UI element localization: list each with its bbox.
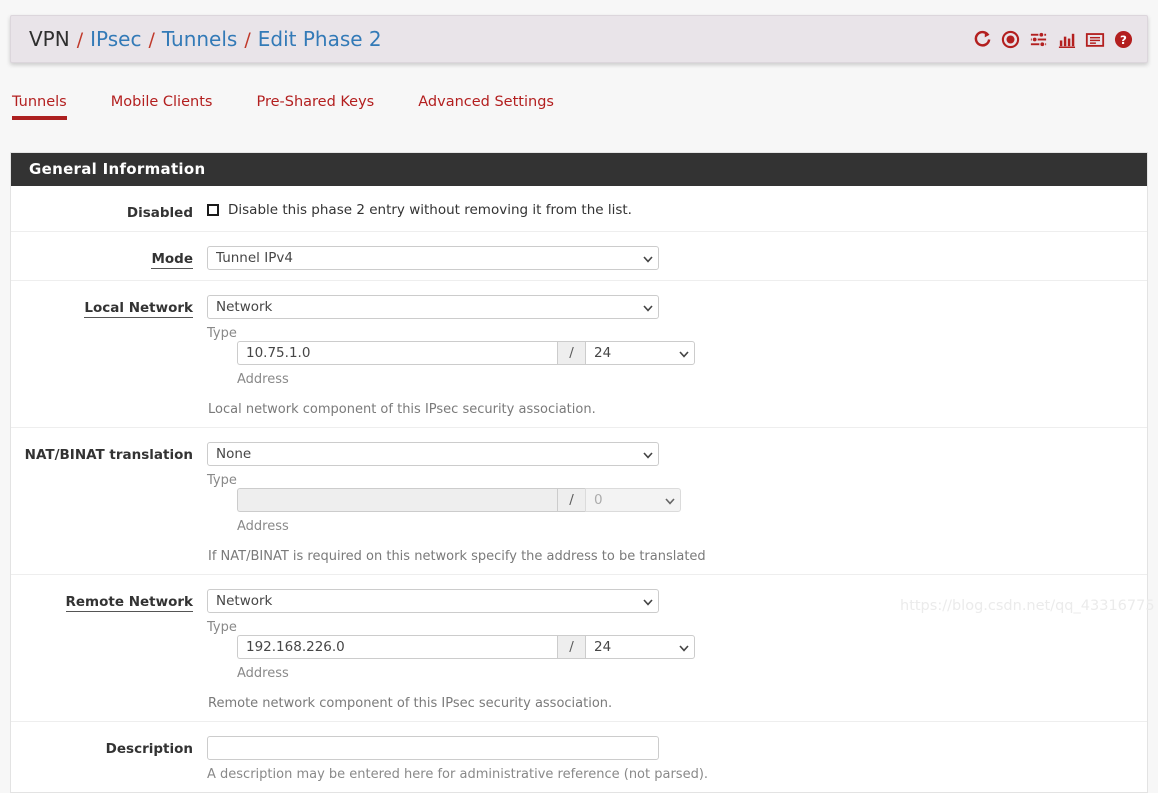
nat-binat-type-block: None Type: [207, 442, 659, 488]
breadcrumb-item-edit-phase-2[interactable]: Edit Phase 2: [258, 27, 382, 51]
label-description: Description: [105, 741, 193, 757]
local-network-mask-select[interactable]: 24: [585, 341, 695, 365]
breadcrumb-root: VPN: [29, 27, 70, 51]
nat-binat-address-block: / 0 Address: [237, 488, 681, 534]
tab-mobile-clients[interactable]: Mobile Clients: [111, 88, 213, 120]
svg-text:?: ?: [1120, 32, 1127, 46]
remote-network-address-help: Address: [237, 666, 289, 681]
local-network-note: Local network component of this IPsec se…: [208, 402, 596, 417]
description-block: A description may be entered here for ad…: [207, 736, 708, 782]
tab-pre-shared-keys[interactable]: Pre-Shared Keys: [256, 88, 374, 120]
nat-binat-note: If NAT/BINAT is required on this network…: [208, 549, 706, 564]
remote-network-note: Remote network component of this IPsec s…: [208, 696, 613, 711]
mode-select-wrap: Tunnel IPv4: [207, 246, 659, 270]
disable-phase2-checkbox[interactable]: [207, 204, 219, 216]
label-disabled: Disabled: [126, 205, 193, 221]
breadcrumb-separator-2: /: [148, 29, 155, 51]
row-disabled: Disabled Disable this phase 2 entry with…: [11, 186, 1147, 232]
row-description: Description A description may be entered…: [11, 722, 1147, 792]
local-network-type-help: Type: [207, 326, 237, 341]
nat-binat-mask-select: 0: [585, 488, 681, 512]
row-local-network: Local Network Network Type 10.75.1.0 / 2…: [11, 281, 1147, 428]
nat-binat-type-select[interactable]: None: [207, 442, 659, 466]
header-icon-group: ?: [973, 30, 1133, 49]
tab-bar: Tunnels Mobile Clients Pre-Shared Keys A…: [0, 88, 1158, 128]
local-network-address-group: / 24: [237, 341, 695, 365]
local-network-address-block: / 24 Address: [237, 341, 695, 387]
label-local-network: Local Network: [84, 300, 193, 318]
nat-binat-mask-select-wrap: 0: [585, 488, 681, 512]
label-nat-binat-translation: NAT/BINAT translation: [24, 447, 193, 463]
breadcrumb-item-ipsec[interactable]: IPsec: [90, 27, 141, 51]
nat-binat-address-input: [237, 488, 557, 512]
local-network-slash-addon: /: [557, 341, 585, 365]
breadcrumb-separator-1: /: [76, 29, 84, 51]
remote-network-mask-select-wrap: 24: [585, 635, 695, 659]
remote-network-address-input[interactable]: [237, 635, 557, 659]
row-remote-network: Remote Network Network Type 192.168.226.…: [11, 575, 1147, 722]
refresh-icon[interactable]: [973, 30, 992, 49]
power-target-icon[interactable]: [1001, 30, 1020, 49]
local-network-address-help: Address: [237, 372, 289, 387]
row-nat-binat-translation: NAT/BINAT translation None Type / 0 Addr…: [11, 428, 1147, 575]
remote-network-type-select-wrap: Network: [207, 589, 659, 613]
general-information-panel: General Information Disabled Disable thi…: [10, 152, 1148, 793]
nat-binat-type-select-wrap: None: [207, 442, 659, 466]
bar-chart-icon[interactable]: [1057, 30, 1076, 49]
nat-binat-slash-addon: /: [557, 488, 585, 512]
remote-network-type-help: Type: [207, 620, 237, 635]
tab-advanced-settings[interactable]: Advanced Settings: [418, 88, 554, 120]
row-mode: Mode Tunnel IPv4: [11, 232, 1147, 281]
local-network-type-select-wrap: Network: [207, 295, 659, 319]
remote-network-mask-select[interactable]: 24: [585, 635, 695, 659]
nat-binat-address-group: / 0: [237, 488, 681, 512]
help-circle-icon[interactable]: ?: [1114, 30, 1133, 49]
breadcrumb: VPN / IPsec / Tunnels / Edit Phase 2: [29, 27, 382, 51]
log-list-icon[interactable]: [1085, 30, 1105, 49]
sliders-icon[interactable]: [1029, 30, 1048, 49]
remote-network-slash-addon: /: [557, 635, 585, 659]
local-network-type-block: Network Type: [207, 295, 659, 341]
local-network-type-select[interactable]: Network: [207, 295, 659, 319]
local-network-address-input[interactable]: [237, 341, 557, 365]
disable-phase2-checkbox-label: Disable this phase 2 entry without remov…: [228, 202, 632, 218]
description-input[interactable]: [207, 736, 659, 760]
panel-body: Disabled Disable this phase 2 entry with…: [11, 186, 1147, 792]
remote-network-address-block: / 24 Address: [237, 635, 695, 681]
panel-title: General Information: [11, 153, 1147, 186]
remote-network-type-block: Network Type: [207, 589, 659, 635]
breadcrumb-item-tunnels[interactable]: Tunnels: [162, 27, 238, 51]
label-mode: Mode: [151, 251, 193, 269]
breadcrumb-bar: VPN / IPsec / Tunnels / Edit Phase 2 ?: [10, 15, 1148, 63]
tab-tunnels[interactable]: Tunnels: [12, 88, 67, 120]
description-note: A description may be entered here for ad…: [207, 767, 709, 782]
remote-network-type-select[interactable]: Network: [207, 589, 659, 613]
nat-binat-type-help: Type: [207, 473, 237, 488]
mode-select[interactable]: Tunnel IPv4: [207, 246, 659, 270]
local-network-mask-select-wrap: 24: [585, 341, 695, 365]
nat-binat-address-help: Address: [237, 519, 289, 534]
remote-network-address-group: / 24: [237, 635, 695, 659]
breadcrumb-separator-3: /: [244, 29, 251, 51]
label-remote-network: Remote Network: [65, 594, 193, 612]
